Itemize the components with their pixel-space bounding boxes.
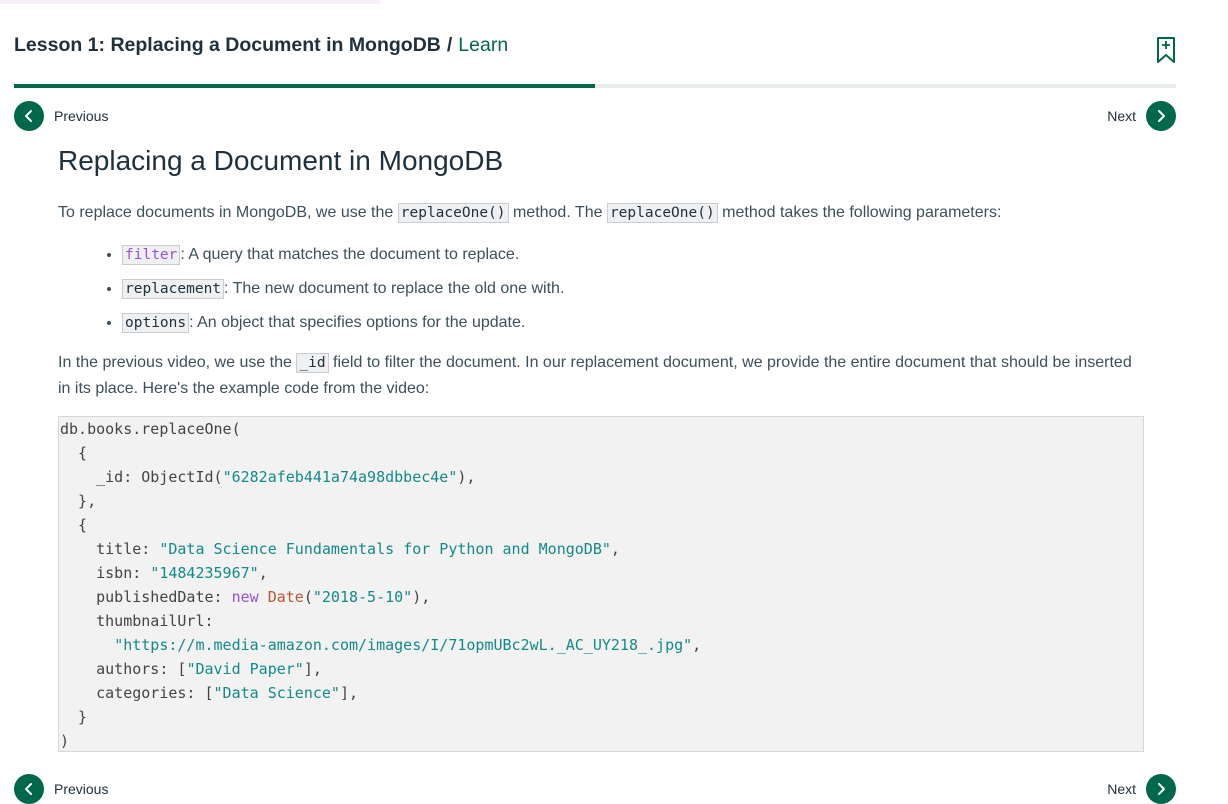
breadcrumb-separator: / <box>446 34 453 56</box>
next-button[interactable]: Next <box>1107 101 1176 131</box>
explanation-paragraph: In the previous video, we use the _id fi… <box>58 350 1144 402</box>
chevron-right-icon <box>1146 101 1176 131</box>
code-text: ), <box>412 588 431 606</box>
code-text: ], <box>339 684 359 702</box>
next-button[interactable]: Next <box>1107 774 1176 804</box>
code-text: _id: ObjectId( <box>60 468 223 486</box>
code-text: publishedDate: <box>60 588 232 606</box>
intro-text: method. The <box>508 204 607 221</box>
intro-text: To replace documents in MongoDB, we use … <box>58 204 398 221</box>
inline-code: replaceOne() <box>397 203 509 223</box>
bookmark-add-icon[interactable] <box>1156 36 1176 64</box>
code-text: , <box>258 564 268 582</box>
code-line: ) <box>60 732 70 750</box>
article-content: Replacing a Document in MongoDB To repla… <box>58 140 1144 752</box>
code-string: "Data Science Fundamentals for Python an… <box>159 540 611 558</box>
learn-link[interactable]: Learn <box>458 34 508 56</box>
param-description: : A query that matches the document to r… <box>180 246 520 263</box>
code-string: "https://m.media-amazon.com/images/I/71o… <box>114 636 693 654</box>
previous-label: Previous <box>54 108 109 124</box>
code-text: isbn: <box>60 564 151 582</box>
code-string: "1484235967" <box>150 564 259 582</box>
code-line: { <box>60 444 88 462</box>
code-line: } <box>60 708 88 726</box>
lesson-progress-bar <box>14 84 1176 88</box>
lesson-header: Lesson 1: Replacing a Document in MongoD… <box>14 32 1176 64</box>
param-name: filter <box>122 245 181 265</box>
code-text: ], <box>303 660 322 678</box>
list-item: filter: A query that matches the documen… <box>122 238 1144 272</box>
next-label: Next <box>1107 781 1136 797</box>
code-string: "2018-5-10" <box>312 588 413 606</box>
code-text: ( <box>303 588 313 606</box>
code-block[interactable]: db.books.replaceOne( { _id: ObjectId("62… <box>58 416 1144 752</box>
previous-label: Previous <box>54 781 109 797</box>
code-string: "David Paper" <box>186 660 304 678</box>
param-description: : An object that specifies options for t… <box>189 314 526 331</box>
lesson-progress-fill <box>14 84 595 88</box>
top-accent-bar <box>0 0 380 4</box>
parameter-list: filter: A query that matches the documen… <box>58 238 1144 340</box>
chevron-left-icon <box>14 774 44 804</box>
code-string: "Data Science" <box>213 684 340 702</box>
previous-button[interactable]: Previous <box>14 774 108 804</box>
param-name: replacement <box>122 279 225 299</box>
code-string: "6282afeb441a74a98dbbec4e" <box>222 468 458 486</box>
breadcrumb: Lesson 1: Replacing a Document in MongoD… <box>14 34 508 57</box>
intro-text: method takes the following parameters: <box>717 204 1002 221</box>
code-text: , <box>692 636 702 654</box>
inline-code: _id <box>296 353 329 373</box>
code-line: { <box>60 516 88 534</box>
code-line: }, <box>60 492 97 510</box>
code-line: thumbnailUrl: <box>60 612 214 630</box>
code-text: ), <box>457 468 476 486</box>
code-text: authors: [ <box>60 660 187 678</box>
code-text: , <box>610 540 620 558</box>
intro-paragraph: To replace documents in MongoDB, we use … <box>58 200 1144 226</box>
lesson-nav-bottom: Previous Next <box>14 774 1176 804</box>
code-keyword: new <box>231 588 259 606</box>
next-label: Next <box>1107 108 1136 124</box>
list-item: options: An object that specifies option… <box>122 306 1144 340</box>
chevron-left-icon <box>14 101 44 131</box>
lesson-nav-top: Previous Next <box>14 101 1176 131</box>
paragraph-text: In the previous video, we use the <box>58 354 297 371</box>
code-function: Date <box>267 588 304 606</box>
article-title: Replacing a Document in MongoDB <box>58 145 504 176</box>
list-item: replacement: The new document to replace… <box>122 272 1144 306</box>
inline-code: replaceOne() <box>606 203 718 223</box>
previous-button[interactable]: Previous <box>14 101 108 131</box>
code-line: db.books.replaceOne( <box>60 420 241 438</box>
code-text: categories: [ <box>60 684 214 702</box>
param-name: options <box>122 313 190 333</box>
chevron-right-icon <box>1146 774 1176 804</box>
lesson-title: Lesson 1: Replacing a Document in MongoD… <box>14 34 441 56</box>
param-description: : The new document to replace the old on… <box>224 280 565 297</box>
code-text: title: <box>60 540 160 558</box>
